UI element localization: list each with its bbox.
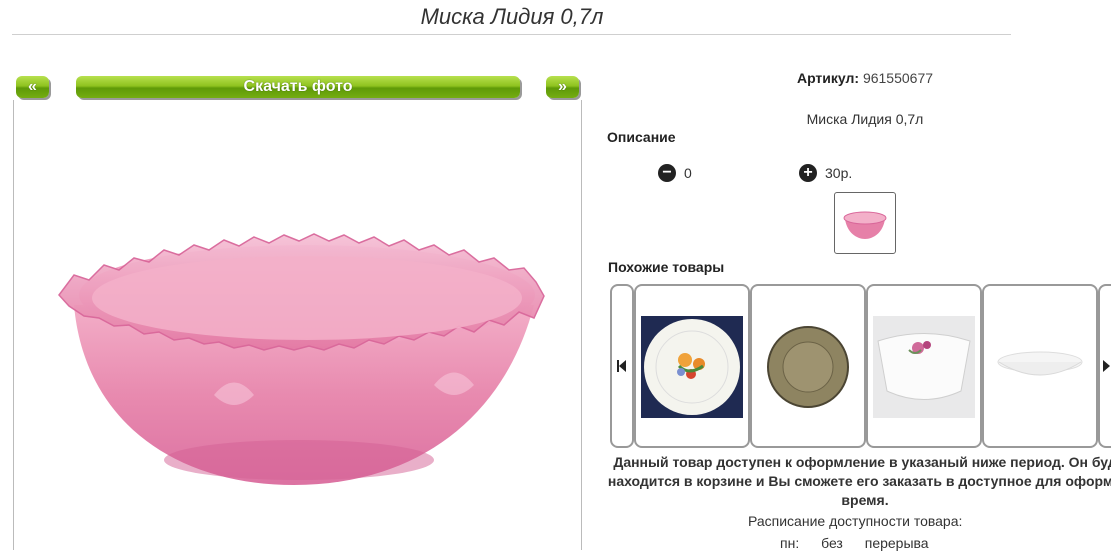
quantity-decrease[interactable]: − 0 [658, 164, 692, 182]
carousel-next-button[interactable] [1098, 284, 1111, 448]
schedule-row: пн: без перерыва [780, 535, 929, 551]
quantity-value: 0 [684, 165, 692, 181]
price-value: 30р. [825, 165, 853, 181]
product-thumbnail[interactable] [834, 192, 896, 254]
availability-line-1: Данный товар доступен к оформление в ука… [613, 454, 1111, 470]
sku-label: Артикул: [796, 70, 860, 86]
amber-glass-plate-image [757, 316, 859, 418]
prev-photo-button[interactable]: « [16, 76, 49, 98]
similar-item-white-dish[interactable] [982, 284, 1098, 448]
similar-item-white-bowl[interactable] [866, 284, 982, 448]
availability-line-2: находится в корзине и Вы сможете его зак… [607, 473, 1111, 489]
page-title: Миска Лидия 0,7л [420, 4, 604, 29]
similar-products-heading: Похожие товары [608, 259, 725, 275]
sku-value: 961550677 [862, 70, 934, 86]
carousel-prev-button[interactable] [610, 284, 634, 448]
similar-item-amber-plate[interactable] [750, 284, 866, 448]
pink-bowl-image [58, 233, 545, 485]
plus-circle-icon[interactable]: + [799, 164, 817, 182]
product-name: Миска Лидия 0,7л [806, 111, 924, 127]
title-divider [12, 34, 1011, 35]
schedule-label: Расписание доступности товара: [748, 513, 963, 529]
similar-item-plate-flowers[interactable] [634, 284, 750, 448]
description-heading: Описание [607, 129, 676, 145]
pink-bowl-thumbnail [843, 211, 887, 239]
white-square-bowl-image [873, 316, 975, 418]
minus-circle-icon[interactable]: − [658, 164, 676, 182]
white-shallow-dish-image [989, 316, 1091, 418]
next-photo-button[interactable]: » [546, 76, 579, 98]
availability-line-3: время. [841, 492, 889, 508]
availability-notice: Данный товар доступен к оформление в ука… [580, 453, 1111, 510]
plate-with-flowers-image [641, 316, 743, 418]
download-photo-button[interactable]: Скачать фото [76, 76, 520, 98]
skip-forward-icon [1103, 360, 1110, 372]
sku-line: Артикул: 961550677 [740, 70, 990, 86]
skip-back-icon [617, 360, 626, 372]
product-photo [13, 100, 582, 550]
quantity-increase[interactable]: + 30р. [799, 164, 852, 182]
